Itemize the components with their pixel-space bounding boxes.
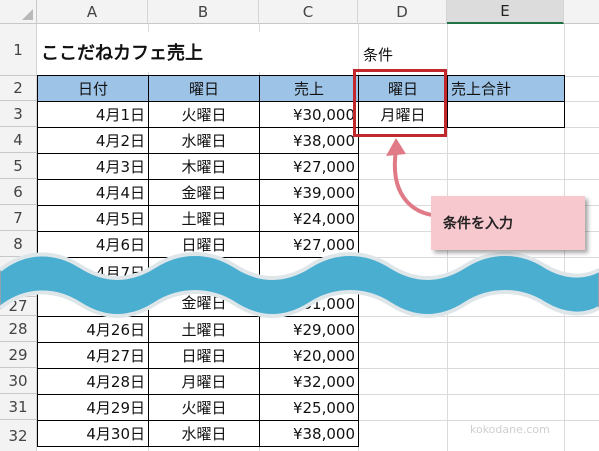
column-header-f[interactable]: [564, 0, 599, 24]
weekday-cell[interactable]: 日曜日: [148, 342, 260, 369]
date-cell[interactable]: 4月4日: [37, 179, 149, 206]
weekday-cell[interactable]: 金曜日: [148, 179, 260, 206]
weekday-cell[interactable]: 月曜日: [148, 368, 260, 395]
sales-cell[interactable]: ¥30,000: [259, 101, 359, 128]
column-header-a[interactable]: A: [37, 0, 148, 24]
column-header-b[interactable]: B: [148, 0, 259, 24]
condition-label[interactable]: 条件: [359, 38, 447, 70]
date-cell[interactable]: 4月1日: [37, 101, 149, 128]
row-header-1[interactable]: 1: [0, 24, 37, 76]
sales-total-cell[interactable]: [447, 101, 565, 128]
column-header-d[interactable]: D: [358, 0, 447, 24]
date-cell[interactable]: 4月2日: [37, 127, 149, 154]
column-header-e[interactable]: E: [447, 0, 564, 24]
sales-cell[interactable]: ¥38,000: [259, 127, 359, 154]
date-cell[interactable]: 4月5日: [37, 205, 149, 232]
header-sales-total[interactable]: 売上合計: [447, 75, 565, 102]
row-header-6[interactable]: 6: [0, 179, 37, 205]
row-header-3[interactable]: 3: [0, 101, 37, 127]
watermark: kokodane.com: [470, 423, 550, 436]
sales-cell[interactable]: ¥25,000: [259, 394, 359, 421]
row-header-7[interactable]: 7: [0, 205, 37, 231]
date-cell[interactable]: 4月28日: [37, 368, 149, 395]
row-header-2[interactable]: 2: [0, 76, 37, 101]
header-weekday[interactable]: 曜日: [148, 75, 260, 102]
callout-enter-condition: 条件を入力: [431, 196, 585, 250]
select-all-corner[interactable]: [0, 0, 37, 24]
date-cell[interactable]: 4月27日: [37, 342, 149, 369]
sales-cell[interactable]: ¥32,000: [259, 368, 359, 395]
sales-cell[interactable]: ¥20,000: [259, 342, 359, 369]
row-header-4[interactable]: 4: [0, 127, 37, 153]
row-header-29[interactable]: 29: [0, 342, 37, 368]
weekday-cell[interactable]: 水曜日: [148, 420, 260, 447]
sales-cell[interactable]: ¥24,000: [259, 205, 359, 232]
condition-highlight-box: [353, 69, 447, 137]
date-cell[interactable]: 4月30日: [37, 420, 149, 447]
row-header-5[interactable]: 5: [0, 153, 37, 179]
sheet-title[interactable]: ここだねカフェ売上: [37, 32, 277, 72]
weekday-cell[interactable]: 火曜日: [148, 101, 260, 128]
date-cell[interactable]: 4月29日: [37, 394, 149, 421]
header-sales[interactable]: 売上: [259, 75, 359, 102]
column-header-c[interactable]: C: [259, 0, 358, 24]
weekday-cell[interactable]: 火曜日: [148, 394, 260, 421]
sales-cell[interactable]: ¥38,000: [259, 420, 359, 447]
sales-cell[interactable]: ¥27,000: [259, 153, 359, 180]
date-cell[interactable]: 4月3日: [37, 153, 149, 180]
weekday-cell[interactable]: 水曜日: [148, 127, 260, 154]
weekday-cell[interactable]: 土曜日: [148, 205, 260, 232]
row-header-31[interactable]: 31: [0, 394, 37, 420]
row-header-32[interactable]: 32: [0, 420, 37, 451]
row-header-30[interactable]: 30: [0, 368, 37, 394]
wave-break-divider: [0, 252, 599, 318]
weekday-cell[interactable]: 木曜日: [148, 153, 260, 180]
sales-cell[interactable]: ¥39,000: [259, 179, 359, 206]
spreadsheet: A B C D E 1 2 3 4 5 6 7 8 27 28 29 30 31…: [0, 0, 599, 451]
header-date[interactable]: 日付: [37, 75, 149, 102]
